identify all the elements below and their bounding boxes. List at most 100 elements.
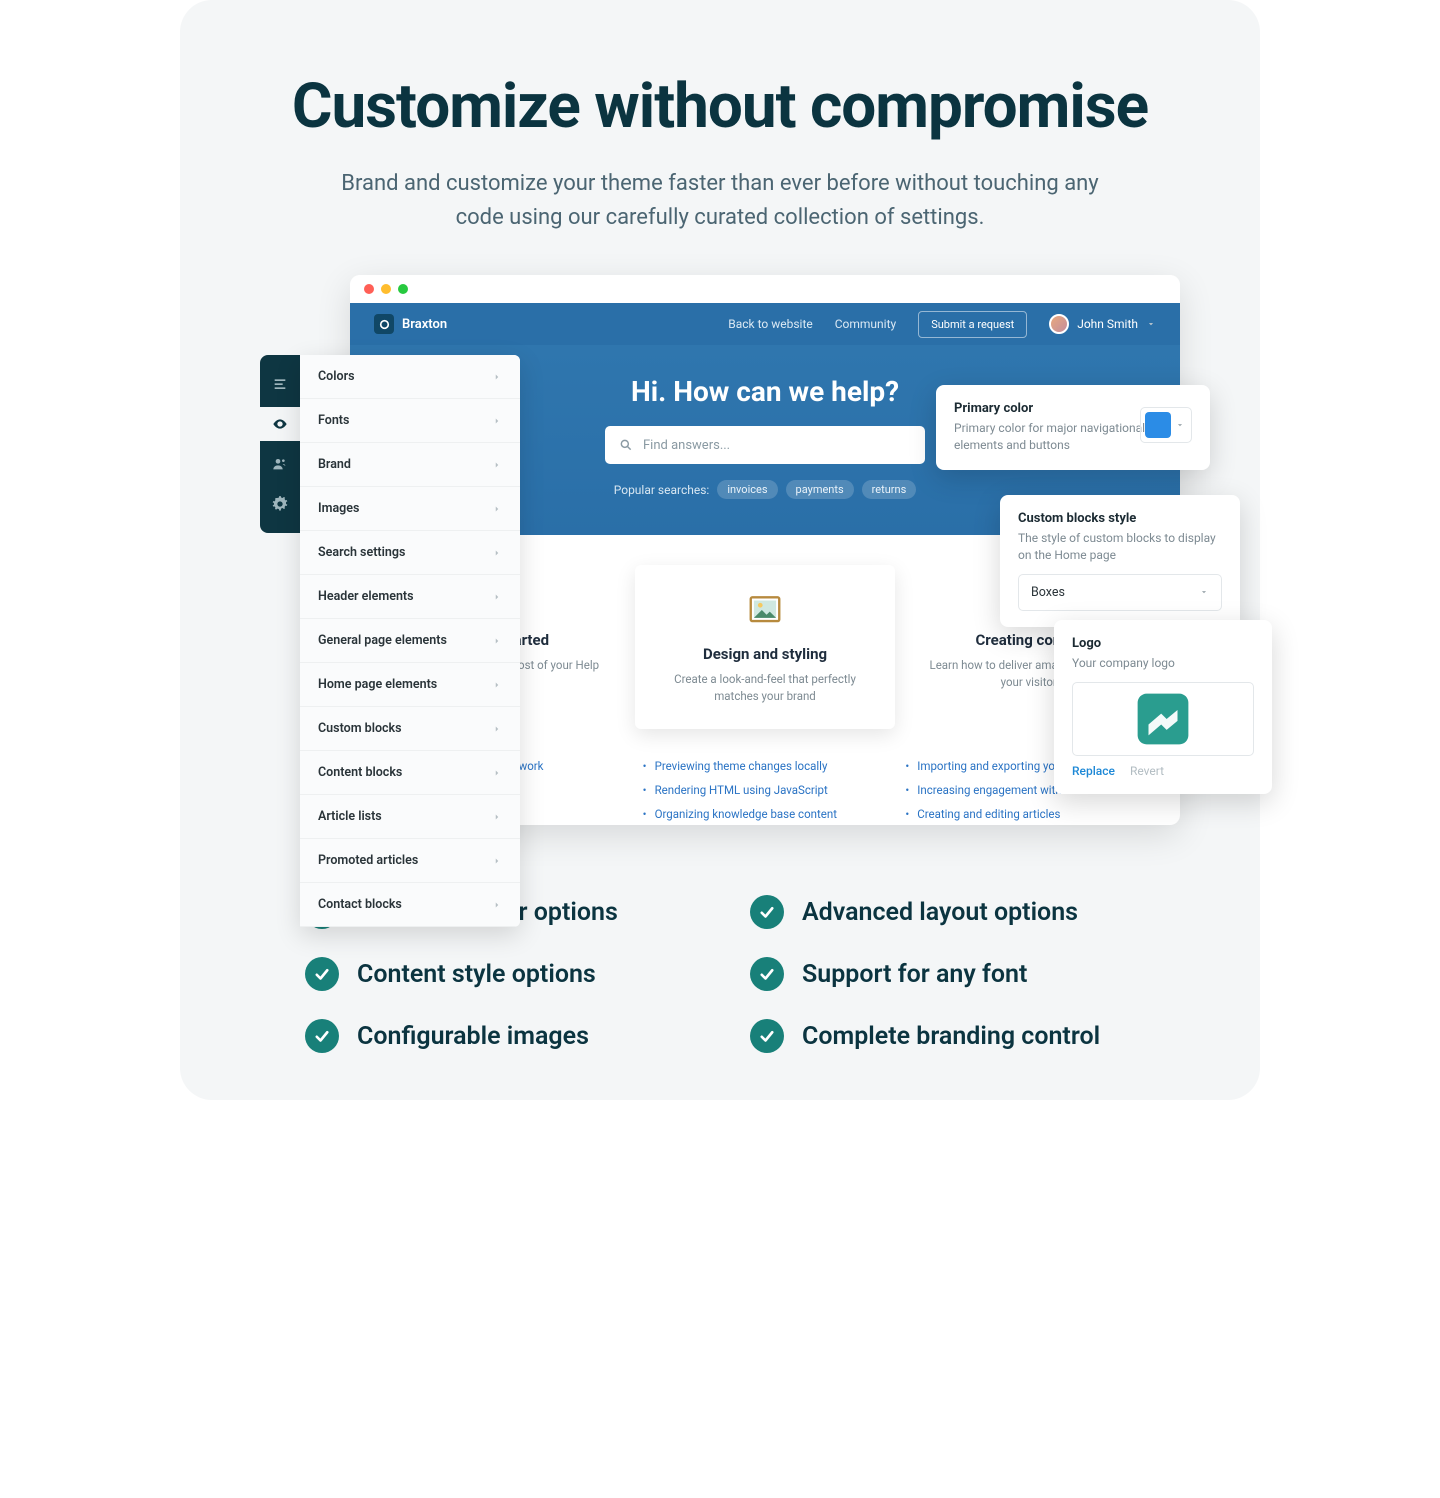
logo-preview — [1072, 682, 1254, 756]
settings-row-label: Colors — [318, 369, 355, 384]
feature-label: Complete branding control — [802, 1022, 1100, 1051]
rail-preview-button[interactable] — [260, 407, 300, 441]
settings-row-label: Images — [318, 501, 359, 516]
traffic-light-min-icon — [381, 284, 391, 294]
traffic-light-close-icon — [364, 284, 374, 294]
settings-row-label: Content blocks — [318, 765, 402, 780]
settings-row[interactable]: Custom blocks — [300, 707, 520, 751]
chevron-right-icon — [492, 372, 502, 382]
rail-users-button[interactable] — [260, 447, 300, 481]
image-frame-icon — [744, 589, 786, 631]
feature-label: Content style options — [357, 960, 596, 989]
popover-desc: Your company logo — [1072, 655, 1254, 672]
category-desc: Create a look-and-feel that perfectly ma… — [647, 671, 884, 704]
settings-row-label: Promoted articles — [318, 853, 418, 868]
settings-row[interactable]: Contact blocks — [300, 883, 520, 927]
article-link[interactable]: Previewing theme changes locally — [643, 759, 888, 773]
chevron-right-icon — [492, 900, 502, 910]
chevron-right-icon — [492, 504, 502, 514]
settings-row-label: Home page elements — [318, 677, 437, 692]
search-input[interactable]: Find answers... — [605, 426, 925, 464]
check-icon — [305, 957, 339, 991]
user-name: John Smith — [1077, 317, 1138, 331]
browser-chrome-bar — [350, 275, 1180, 303]
search-icon — [619, 438, 633, 452]
settings-row-label: Fonts — [318, 413, 349, 428]
feature-label: Configurable images — [357, 1022, 589, 1051]
settings-row-label: Article lists — [318, 809, 382, 824]
replace-button[interactable]: Replace — [1072, 764, 1115, 778]
settings-row[interactable]: Home page elements — [300, 663, 520, 707]
chevron-right-icon — [492, 592, 502, 602]
rail-menu-button[interactable] — [260, 367, 300, 401]
chevron-right-icon — [492, 812, 502, 822]
popular-tag[interactable]: payments — [786, 480, 854, 499]
settings-panel: Colors Fonts Brand Images Search settings Hea… — [300, 355, 520, 927]
chevron-right-icon — [492, 416, 502, 426]
settings-row[interactable]: Article lists — [300, 795, 520, 839]
color-picker[interactable] — [1140, 407, 1192, 443]
chevron-right-icon — [492, 636, 502, 646]
chevron-right-icon — [492, 680, 502, 690]
category-card-featured[interactable]: Design and styling Create a look-and-fee… — [635, 565, 896, 728]
settings-row-label: Custom blocks — [318, 721, 402, 736]
article-link[interactable]: Rendering HTML using JavaScript — [643, 783, 888, 797]
check-icon — [750, 957, 784, 991]
settings-row[interactable]: General page elements — [300, 619, 520, 663]
settings-row[interactable]: Search settings — [300, 531, 520, 575]
hero-subtitle: Brand and customize your theme faster th… — [325, 167, 1115, 235]
popover-label: Custom blocks style — [1018, 511, 1222, 526]
page-card: Customize without compromise Brand and c… — [180, 0, 1260, 1100]
rail-settings-button[interactable] — [260, 487, 300, 521]
check-icon — [305, 1019, 339, 1053]
avatar-icon — [1049, 314, 1069, 334]
settings-row[interactable]: Colors — [300, 355, 520, 399]
blocks-style-select[interactable]: Boxes — [1018, 574, 1222, 611]
settings-row[interactable]: Promoted articles — [300, 839, 520, 883]
settings-row-label: Search settings — [318, 545, 405, 560]
app-topbar: Braxton Back to website Community Submit… — [350, 303, 1180, 345]
popular-label: Popular searches: — [614, 483, 710, 497]
check-icon — [750, 895, 784, 929]
feature-item: Advanced layout options — [750, 895, 1135, 929]
settings-row-label: Brand — [318, 457, 351, 472]
settings-row[interactable]: Brand — [300, 443, 520, 487]
feature-label: Support for any font — [802, 960, 1027, 989]
submit-request-button[interactable]: Submit a request — [918, 311, 1027, 338]
brand-logo-icon — [374, 314, 394, 334]
chevron-down-icon — [1146, 319, 1156, 329]
search-placeholder: Find answers... — [643, 438, 730, 453]
popover-logo: Logo Your company logo Replace Revert — [1054, 620, 1272, 794]
company-logo-icon — [1134, 690, 1192, 748]
logo-actions: Replace Revert — [1072, 764, 1254, 778]
nav-back-link[interactable]: Back to website — [728, 317, 813, 331]
settings-row[interactable]: Content blocks — [300, 751, 520, 795]
article-link[interactable]: Organizing knowledge base content — [643, 807, 888, 821]
chevron-down-icon — [1199, 587, 1209, 597]
color-swatch-icon — [1145, 412, 1171, 438]
chevron-right-icon — [492, 856, 502, 866]
chevron-right-icon — [492, 548, 502, 558]
settings-row-label: Header elements — [318, 589, 414, 604]
nav-community-link[interactable]: Community — [835, 317, 896, 331]
popover-label: Logo — [1072, 636, 1254, 651]
traffic-light-max-icon — [398, 284, 408, 294]
settings-row[interactable]: Header elements — [300, 575, 520, 619]
brand-name: Braxton — [402, 317, 447, 332]
editor-rail — [260, 355, 300, 533]
hero-title: Customize without compromise — [240, 70, 1200, 143]
revert-button[interactable]: Revert — [1130, 764, 1164, 778]
popular-tag[interactable]: invoices — [717, 480, 777, 499]
article-link[interactable]: Creating and editing articles — [905, 807, 1150, 821]
feature-item: Content style options — [305, 957, 690, 991]
check-icon — [750, 1019, 784, 1053]
settings-row-label: General page elements — [318, 633, 447, 648]
chevron-down-icon — [1175, 420, 1185, 430]
popular-tag[interactable]: returns — [862, 480, 917, 499]
settings-row[interactable]: Images — [300, 487, 520, 531]
user-menu[interactable]: John Smith — [1049, 314, 1156, 334]
settings-row-label: Contact blocks — [318, 897, 402, 912]
settings-row[interactable]: Fonts — [300, 399, 520, 443]
category-title: Design and styling — [647, 645, 884, 663]
select-value: Boxes — [1031, 585, 1065, 600]
